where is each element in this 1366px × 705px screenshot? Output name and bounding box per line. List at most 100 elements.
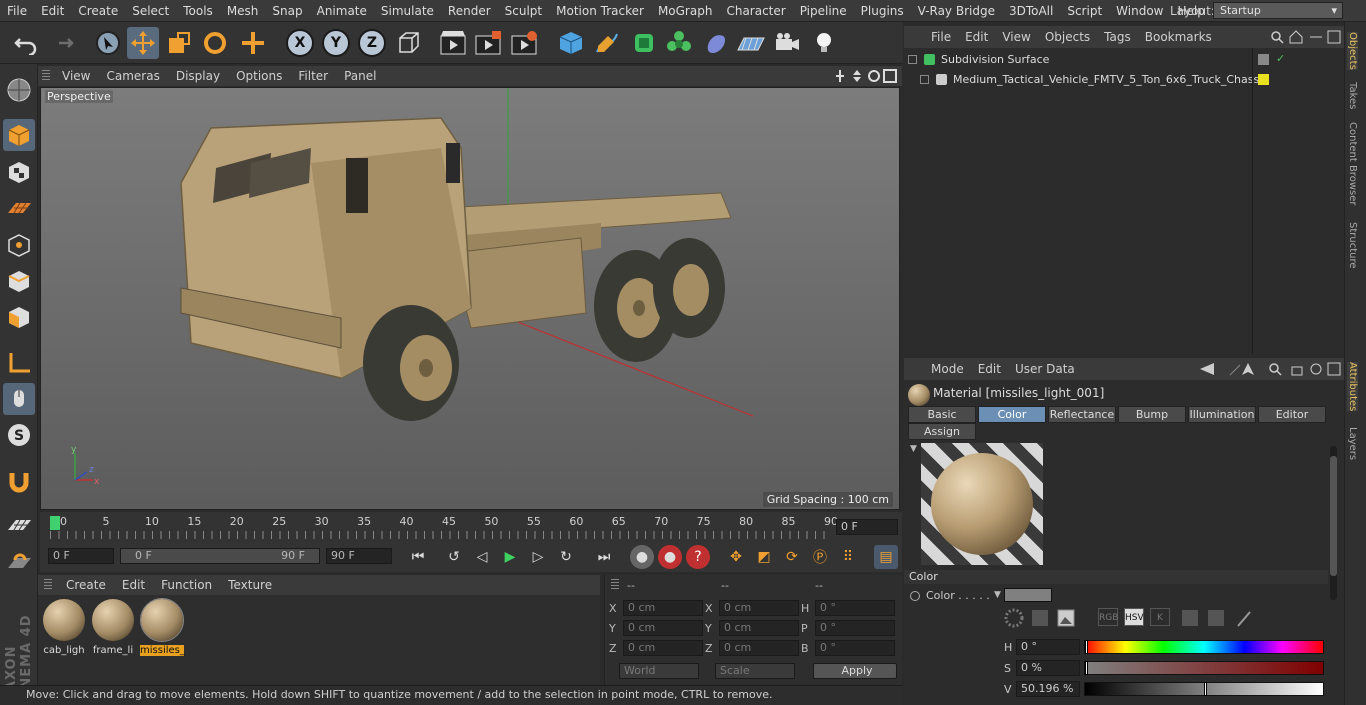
material-thumbnail[interactable]: frame_li [91,599,135,659]
visibility-check-icon[interactable]: ✓ [1276,52,1285,65]
end-frame-field[interactable]: 90 F [326,548,392,564]
tab-editor[interactable]: Editor [1258,406,1326,423]
subdivision-generator-icon[interactable] [628,27,660,59]
enable-workplane-icon[interactable] [3,509,35,541]
go-to-end-icon[interactable]: ⏭ [592,545,616,569]
menu-animate[interactable]: Animate [310,4,374,18]
cube-primitive-icon[interactable] [555,27,587,59]
attributes-scrollbar[interactable] [1330,446,1337,600]
color-dropdown-arrow-icon[interactable]: ▼ [994,590,1001,600]
axis-z-button[interactable]: Z [356,27,388,59]
tree-expand-icon[interactable] [920,75,929,84]
menu-character[interactable]: Character [719,4,792,18]
points-mode-icon[interactable] [3,229,35,261]
rotate-tool-icon[interactable] [199,27,231,59]
menu-window[interactable]: Window [1109,4,1170,18]
object-menu-edit[interactable]: Edit [958,30,995,44]
hue-slider[interactable] [1084,640,1324,654]
menu-file[interactable]: File [0,4,34,18]
material-thumbnail[interactable]: cab_ligh [42,599,86,659]
render-settings-icon[interactable] [508,27,540,59]
collapse-arrow-icon[interactable]: ▼ [910,444,917,454]
tab-reflectance[interactable]: Reflectance [1048,406,1116,423]
playhead-marker[interactable] [50,516,60,530]
axis-x-button[interactable]: X [284,27,316,59]
go-to-start-icon[interactable]: ⏮ [406,545,430,569]
autokeying-icon[interactable]: ● [658,545,682,569]
attributes-menu-edit[interactable]: Edit [971,362,1008,376]
texture-mode-icon[interactable] [3,156,35,188]
pen-spline-icon[interactable] [591,27,623,59]
side-tab-objects[interactable]: Objects [1347,32,1358,70]
coord-value-field[interactable]: 0 cm [623,620,703,636]
material-menu-grip-icon[interactable] [44,579,52,591]
viewport-navigation-icon[interactable] [836,68,900,84]
polygons-mode-icon[interactable] [3,301,35,333]
light-icon[interactable] [808,27,840,59]
value-slider[interactable] [1084,682,1324,696]
color-wheel-icon[interactable] [1004,608,1094,628]
next-frame-icon[interactable]: ▷ [526,545,550,569]
recent-tool-icon[interactable] [237,27,269,59]
attributes-menu-mode[interactable]: Mode [924,362,971,376]
material-menu-function[interactable]: Function [153,578,220,592]
redo-icon[interactable] [46,27,78,59]
render-to-picture-viewer-icon[interactable] [472,27,504,59]
coord-value-field[interactable]: 0 cm [719,640,799,656]
h-value-field[interactable]: 0 ° [1016,639,1080,655]
coord-value-field[interactable]: 0 cm [623,640,703,656]
coord-value-field[interactable]: 0 cm [623,600,703,616]
magnet-snap-icon[interactable] [3,466,35,498]
search-icon[interactable] [1270,30,1342,44]
menu-3dtoall[interactable]: 3DToAll [1002,4,1060,18]
play-icon[interactable]: ▶ [498,545,522,569]
coord-value-field[interactable]: 0 ° [815,600,895,616]
snap-toggle-icon[interactable]: S [3,419,35,451]
previous-frame-icon[interactable]: ◁ [470,545,494,569]
object-menu-objects[interactable]: Objects [1038,30,1097,44]
menu-render[interactable]: Render [441,4,498,18]
coord-value-field[interactable]: 0 ° [815,640,895,656]
menu-create[interactable]: Create [71,4,125,18]
back-arrow-icon[interactable] [1196,361,1342,377]
make-editable-icon[interactable] [3,74,35,106]
side-tab-structure[interactable]: Structure [1347,222,1358,269]
coordinate-system-icon[interactable] [393,27,425,59]
menu-mograph[interactable]: MoGraph [651,4,720,18]
s-value-field[interactable]: 0 % [1016,660,1080,676]
layer-tag-icon[interactable] [1258,54,1269,65]
workplane-mode-icon[interactable] [3,192,35,224]
color-mode-hsv[interactable]: HSV [1124,608,1144,626]
coord-value-field[interactable]: 0 cm [719,620,799,636]
viewport-menu-display[interactable]: Display [168,69,228,83]
tree-expand-icon[interactable] [908,55,917,64]
viewport-menu-view[interactable]: View [54,69,98,83]
object-name[interactable]: Subdivision Surface [941,50,1049,70]
coord-value-field[interactable]: 0 cm [719,600,799,616]
viewport-menu-options[interactable]: Options [228,69,290,83]
current-frame-field[interactable]: 0 F [836,519,898,535]
undo-icon[interactable] [10,27,42,59]
menu-v-ray-bridge[interactable]: V-Ray Bridge [911,4,1002,18]
viewport-menu-filter[interactable]: Filter [290,69,336,83]
side-tab-attributes[interactable]: Attributes [1347,362,1358,412]
timeline-window-icon[interactable]: ▤ [874,545,898,569]
side-tab-takes[interactable]: Takes [1347,82,1358,109]
layout-select[interactable]: Startup [1213,2,1343,19]
v-value-field[interactable]: 50.196 % [1016,681,1080,697]
menu-motion-tracker[interactable]: Motion Tracker [549,4,651,18]
next-key-icon[interactable]: ↻ [554,545,578,569]
menu-simulate[interactable]: Simulate [374,4,441,18]
tab-assign[interactable]: Assign [908,423,976,440]
color-swatch[interactable] [1004,588,1052,602]
preview-range-slider[interactable]: 0 F 90 F [120,548,320,564]
color-mode-k[interactable]: K [1150,608,1170,626]
object-menu-bookmarks[interactable]: Bookmarks [1138,30,1219,44]
edges-mode-icon[interactable] [3,265,35,297]
start-frame-field[interactable]: 0 F [48,548,114,564]
camera-icon[interactable] [771,27,803,59]
material-menu-texture[interactable]: Texture [220,578,280,592]
tab-color[interactable]: Color [978,406,1046,423]
live-selection-icon[interactable] [92,27,124,59]
scale-tool-icon[interactable] [163,27,195,59]
